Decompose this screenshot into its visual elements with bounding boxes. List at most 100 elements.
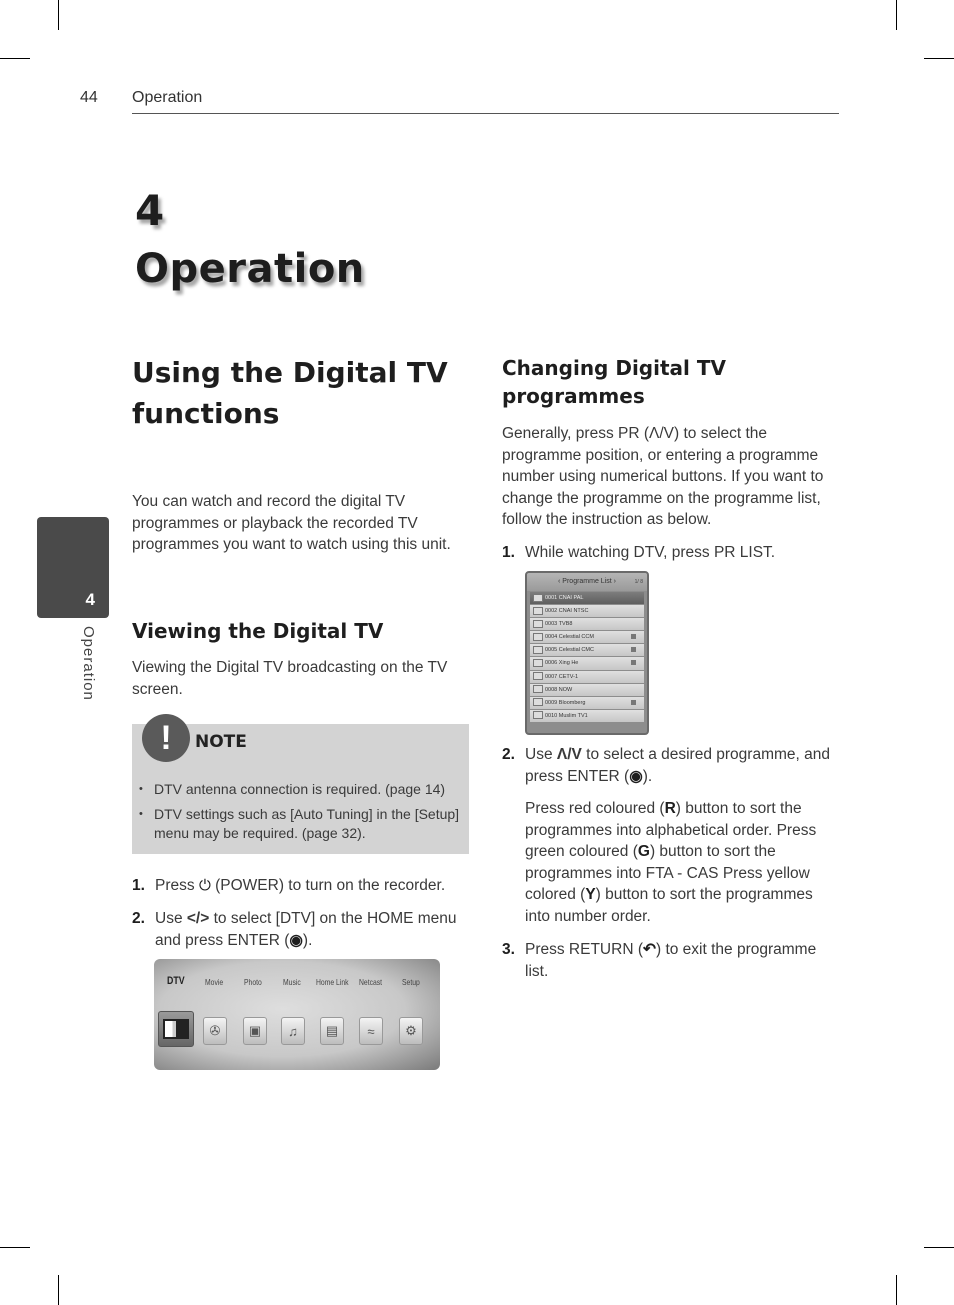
setup-gear-icon: ⚙ [399,1017,423,1045]
home-menu-label: Setup [402,977,420,987]
programme-row: 0004 Celestial CCM [530,631,644,644]
channel-tv-icon [533,659,543,668]
step-item: 2. Use </> to select [DTV] on the HOME m… [132,908,467,951]
page-indicator: 1/ 8 [634,579,643,585]
channel-tv-icon [533,619,543,628]
note-item: DTV antenna connection is required. (pag… [136,780,466,799]
programme-name: Celestial CCM [558,634,594,641]
programme-number: 0009 [545,699,558,706]
step-number: 2. [132,910,145,927]
step-number: 1. [502,544,515,561]
lock-icon [631,634,636,640]
programme-number: 0005 [545,647,558,654]
channel-tv-icon [533,711,543,720]
page-number: 44 [80,89,98,106]
up-down-keys: Λ/V [556,746,582,763]
crop-mark [0,1247,30,1248]
section-heading: Changing Digital TV programmes [502,356,726,408]
programme-name: CNAI PAL [558,595,584,601]
crop-mark [58,1275,59,1305]
section-intro: Generally, press PR (Λ/V) to select the … [502,425,824,529]
photo-icon: ▣ [243,1017,267,1045]
step-text: Use [155,910,187,927]
programme-row: 0002 CNAI NTSC [530,605,644,618]
home-link-folder-icon: ▤ [320,1017,344,1045]
sort-text: Press red coloured ( [525,800,665,817]
note-list: DTV antenna connection is required. (pag… [136,780,466,849]
movie-reel-icon: ✇ [203,1017,227,1045]
channel-tv-icon [533,593,543,602]
step-text: Press [155,877,199,894]
crop-mark [924,58,954,59]
programme-name: NOW [558,686,573,693]
exclamation-icon: ! [142,714,190,762]
programme-row: 0001 CNAI PAL [530,592,644,605]
programme-name: TVB8 [558,621,573,628]
crop-mark [896,1275,897,1305]
step-item: 1. Press ⏻ (POWER) to turn on the record… [132,875,467,897]
programme-name: Bloomberg [558,699,586,706]
music-note-icon: ♫ [281,1017,305,1045]
programme-list-title: Programme List [562,578,612,585]
home-menu-label: Photo [244,977,262,987]
step-number: 2. [502,746,515,763]
programme-row: 0009 Bloomberg [530,696,644,709]
chapter-number: 4 [135,186,165,235]
step-text: Use [525,746,557,763]
step-number: 1. [132,877,145,894]
note-item: DTV settings such as [Auto Tuning] in th… [136,805,466,843]
running-head-section: Operation [132,89,203,106]
programme-name: CETV-1 [558,673,579,680]
home-menu-label: Netcast [359,977,383,987]
programme-list-screenshot: ‹ Programme List › 1/ 8 0001 CNAI PAL 000… [525,571,649,735]
programme-name: Xing He [558,660,579,667]
channel-tv-icon [533,672,543,681]
programme-number: 0010 [545,712,558,719]
green-key: G [637,843,650,861]
step-item: 2. Use Λ/V to select a desired programme… [502,744,842,787]
programme-number: 0004 [545,634,558,641]
home-menu-label: Music [283,977,301,987]
programme-number: 0003 [545,621,558,628]
yellow-key: Y [585,886,596,904]
lock-icon [631,647,636,653]
netcast-icon: ≈ [359,1017,383,1045]
subsection-heading: Viewing the Digital TV [132,619,384,643]
enter-icon: ◉ [629,767,643,785]
programme-row: 0007 CETV-1 [530,670,644,683]
power-icon: ⏻ [198,877,211,894]
header-rule [132,113,839,114]
programme-name: Muslim TV1 [558,712,588,719]
programme-number: 0001 [545,595,558,601]
home-menu-label: Home Link [316,977,349,987]
side-tab-number: 4 [85,590,95,609]
home-menu-label: Movie [205,977,224,987]
subsection-intro: Viewing the Digital TV broadcasting on t… [132,659,448,698]
step-item: 1. While watching DTV, press PR LIST. [502,542,842,564]
step-text: ). [302,931,313,949]
programme-list-header: ‹ Programme List › 1/ 8 [527,573,647,591]
red-key: R [664,800,676,817]
enter-icon: ◉ [289,931,303,949]
channel-tv-icon [533,632,543,641]
channel-tv-icon [533,645,543,654]
chapter-side-tab: 4 [37,517,109,618]
step-text: ). [642,767,653,785]
programme-rows: 0001 CNAI PAL 0002 CNAI NTSC 0003 TVB8 0004… [527,592,647,722]
lock-icon [631,699,636,705]
programme-number: 0006 [545,660,558,667]
step-number: 3. [502,941,515,958]
side-tab-label: Operation [80,626,97,701]
crop-mark [924,1247,954,1248]
programme-row: 0003 TVB8 [530,618,644,631]
dtv-icon [158,1011,194,1047]
crop-mark [896,0,897,30]
channel-tv-icon [533,698,543,707]
channel-tv-icon [533,685,543,694]
chapter-title: Operation [135,246,365,292]
programme-row: 0006 Xing He [530,657,644,670]
return-icon: ↶ [642,941,656,958]
channel-tv-icon [533,606,543,615]
programme-name: CNAI NTSC [558,608,589,615]
chevron-right-icon: › [611,578,616,585]
